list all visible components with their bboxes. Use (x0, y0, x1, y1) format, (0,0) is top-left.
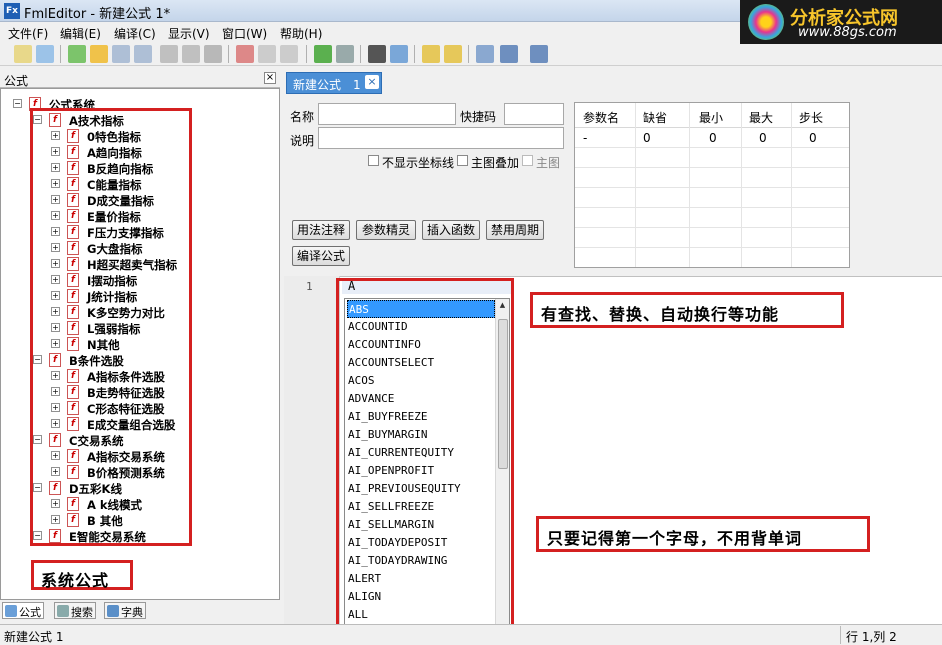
param-wizard-button[interactable]: 参数精灵 (356, 220, 416, 240)
checkbox-hide-axis[interactable] (368, 155, 379, 166)
print-icon[interactable] (204, 45, 222, 63)
menu-window[interactable]: 窗口(W) (222, 25, 267, 42)
line-gutter: 1 (284, 276, 340, 624)
status-bar: 新建公式 1 行 1,列 2 (0, 624, 942, 645)
close-icon[interactable]: × (264, 72, 276, 84)
zoom-out-icon[interactable] (444, 45, 462, 63)
callout-find-replace: 有查找、替换、自动换行等功能 (530, 292, 844, 328)
doc-copy-icon[interactable] (182, 45, 200, 63)
parameter-table[interactable]: 参数名 缺省 最小 最大 步长 - 0 0 0 0 (574, 102, 850, 268)
formula-tab-icon (5, 605, 17, 617)
copy-icon[interactable] (258, 45, 276, 63)
close-tab-icon[interactable]: × (365, 75, 379, 89)
highlight-box-tree (30, 108, 192, 546)
callout-system-formula: 系统公式 (31, 560, 133, 590)
panel-header: 公式 × (0, 70, 280, 88)
usage-notes-button[interactable]: 用法注释 (292, 220, 350, 240)
properties-icon[interactable] (36, 45, 54, 63)
cut-icon[interactable] (236, 45, 254, 63)
app-icon: Fx (4, 3, 20, 19)
status-cursor-position: 行 1,列 2 (846, 630, 897, 644)
name-label: 名称 (290, 110, 315, 124)
save-icon[interactable] (112, 45, 130, 63)
indent-icon[interactable] (476, 45, 494, 63)
site-logo: 分析家公式网 www.88gs.com (740, 0, 942, 44)
name-input[interactable] (318, 103, 456, 125)
replace-icon[interactable] (390, 45, 408, 63)
compile-formula-button[interactable]: 编译公式 (292, 246, 350, 266)
open-folder-icon[interactable] (90, 45, 108, 63)
back-arrow-icon[interactable] (314, 45, 332, 63)
menu-view[interactable]: 显示(V) (168, 25, 210, 42)
panel-icon[interactable] (500, 45, 518, 63)
line-number: 1 (306, 280, 313, 293)
collapse-icon[interactable]: − (13, 99, 22, 108)
doc-icon[interactable] (160, 45, 178, 63)
shortcut-input[interactable] (504, 103, 564, 125)
menu-compile[interactable]: 编译(C) (114, 25, 156, 42)
menu-help[interactable]: 帮助(H) (280, 25, 322, 42)
search-icon (57, 605, 69, 617)
tab-new-formula[interactable]: 新建公式 1 × (286, 72, 382, 94)
panel-tabs: 公式 搜索 字典 (0, 600, 280, 620)
dictionary-icon (107, 605, 119, 617)
checkbox-main-overlay[interactable] (457, 155, 468, 166)
highlight-box-autocomplete (336, 278, 514, 644)
tab-dictionary[interactable]: 字典 (104, 602, 146, 619)
edit-icon[interactable] (14, 45, 32, 63)
menu-edit[interactable]: 编辑(E) (60, 25, 101, 42)
menu-file[interactable]: 文件(F) (8, 25, 48, 42)
menu-bar: 文件(F) 编辑(E) 编译(C) 显示(V) 窗口(W) 帮助(H) (0, 22, 740, 42)
status-document: 新建公式 1 (4, 630, 64, 644)
shortcut-label: 快捷码 (460, 110, 497, 124)
new-icon[interactable] (68, 45, 86, 63)
disable-period-button[interactable]: 禁用周期 (486, 220, 544, 240)
description-input[interactable] (318, 127, 564, 149)
flower-logo-icon (748, 4, 784, 40)
window-title: FmlEditor - 新建公式 1* (24, 7, 171, 22)
insert-function-button[interactable]: 插入函数 (422, 220, 480, 240)
tab-search[interactable]: 搜索 (54, 602, 96, 619)
find-binoculars-icon[interactable] (368, 45, 386, 63)
tab-formula[interactable]: 公式 (2, 602, 44, 619)
description-label: 说明 (290, 134, 315, 148)
zoom-in-icon[interactable] (422, 45, 440, 63)
paste-icon[interactable] (280, 45, 298, 63)
window-icon[interactable] (530, 45, 548, 63)
save-all-icon[interactable] (134, 45, 152, 63)
toolbar (0, 42, 942, 66)
checkbox-main-chart[interactable] (522, 155, 533, 166)
panel-title: 公式 (4, 74, 29, 88)
logo-url: www.88gs.com (798, 25, 897, 40)
callout-first-letter: 只要记得第一个字母，不用背单词 (536, 516, 870, 552)
forward-arrow-icon[interactable] (336, 45, 354, 63)
